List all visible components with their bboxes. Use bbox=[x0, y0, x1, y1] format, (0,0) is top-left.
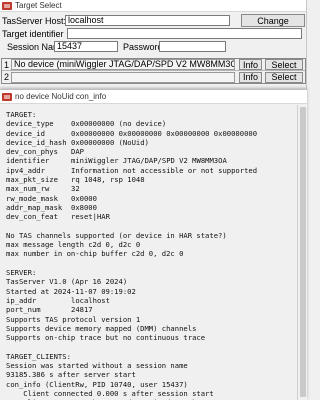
target-note: max message length c2d 0, d2c 0 bbox=[6, 240, 141, 250]
server-note: Supports on-chip trace but no continuous… bbox=[6, 333, 206, 343]
device-select-button[interactable]: Select bbox=[265, 59, 303, 70]
server-field: ip_addr localhost bbox=[6, 296, 297, 305]
device-select-button[interactable]: Select bbox=[265, 71, 303, 83]
con-info-window: no device NoUid con_info TARGET: device_… bbox=[0, 89, 307, 400]
device-description: No device (miniWiggler JTAG/DAP/SPD V2 M… bbox=[11, 59, 235, 70]
target-field: device_id_hash 0x00000000 (NoUid) bbox=[6, 138, 297, 147]
target-field-value: reset|HAR bbox=[71, 212, 110, 222]
server-header: SERVER: bbox=[6, 268, 37, 278]
target-note: No TAS channels supported (or device in … bbox=[6, 230, 227, 240]
client-line: con_info (ClientRw, PID 10740, user 1543… bbox=[6, 379, 188, 389]
app-icon bbox=[2, 92, 12, 101]
target-field-value: miniWiggler JTAG/DAP/SPD V2 MW8MM3OA bbox=[71, 156, 227, 166]
device-info-button[interactable]: Info bbox=[239, 59, 262, 70]
identifier-label: Target identifier bbox=[2, 28, 64, 39]
device-row: 2 Info Select bbox=[2, 71, 305, 83]
client-line: 93185.386 s after server start bbox=[6, 370, 136, 380]
target-field-key: device_id_hash bbox=[6, 137, 67, 147]
target-field-key: ipv4_addr bbox=[6, 165, 45, 175]
target-note: max number in on-chip buffer c2d 0, d2c … bbox=[6, 249, 184, 259]
device-number: 1 bbox=[3, 59, 9, 70]
target-select-titlebar: Target Select bbox=[0, 0, 306, 12]
session-row: Session Name 15437 Password bbox=[2, 41, 226, 52]
host-input[interactable]: localhost bbox=[65, 15, 230, 26]
target-field-key: max_num_rw bbox=[6, 184, 50, 194]
target-field-value: DAP bbox=[71, 147, 84, 157]
server-field-value: 24817 bbox=[71, 305, 93, 315]
con-info-text[interactable]: TARGET: device_type 0x00000000 (no device… bbox=[2, 106, 297, 400]
device-row: 1 No device (miniWiggler JTAG/DAP/SPD V2… bbox=[2, 59, 305, 71]
target-field: rw_mode_mask 0x0000 bbox=[6, 194, 297, 203]
target-field-key: identifier bbox=[6, 156, 50, 166]
device-info-button[interactable]: Info bbox=[239, 71, 262, 83]
target-field-value: 0x00000000 (no device) bbox=[71, 119, 167, 129]
target-field: identifier miniWiggler JTAG/DAP/SPD V2 MW… bbox=[6, 156, 297, 165]
server-field-key: ip_addr bbox=[6, 295, 37, 305]
target-field: addr_map_mask 0x8000 bbox=[6, 203, 297, 212]
session-label: Session Name bbox=[7, 41, 66, 52]
target-field-value: 0x00000000 (NoUid) bbox=[71, 137, 149, 147]
target-field-key: device_type bbox=[6, 119, 54, 129]
con-info-title: no device NoUid con_info bbox=[15, 92, 107, 101]
change-button[interactable]: Change bbox=[241, 14, 305, 27]
target-field-key: addr_map_mask bbox=[6, 202, 63, 212]
identifier-input[interactable] bbox=[67, 28, 302, 39]
target-field: dev_con_feat reset|HAR bbox=[6, 212, 297, 221]
target-field-value: 32 bbox=[71, 184, 80, 194]
client-line: Session was started without a session na… bbox=[6, 361, 188, 371]
device-description bbox=[11, 71, 235, 83]
target-field-value: 0x0000 bbox=[71, 193, 97, 203]
password-input[interactable] bbox=[159, 41, 226, 52]
target-field-key: dev_con_feat bbox=[6, 212, 58, 222]
clients-header: TARGET_CLIENTS: bbox=[6, 351, 71, 361]
server-line: TasServer V1.0 (Apr 16 2024) bbox=[6, 277, 128, 287]
password-label: Password bbox=[123, 41, 163, 52]
target-field-key: max_pkt_size bbox=[6, 175, 58, 185]
target-field: ipv4_addr Information not accessible or n… bbox=[6, 166, 297, 175]
host-label: TasServer Host: bbox=[2, 15, 67, 26]
scrollbar-thumb[interactable] bbox=[300, 107, 306, 397]
target-field-value: Information not accessible or not suppor… bbox=[71, 165, 258, 175]
host-row: TasServer Host: localhost Change bbox=[2, 14, 305, 27]
server-line: Started at 2024-11-07 09:19:02 bbox=[6, 286, 136, 296]
window-title: Target Select bbox=[15, 1, 62, 10]
target-field-value: 0x8000 bbox=[71, 202, 97, 212]
con-info-titlebar: no device NoUid con_info bbox=[0, 90, 307, 104]
target-field: max_pkt_size rq 1048, rsp 1048 bbox=[6, 175, 297, 184]
vertical-scrollbar[interactable] bbox=[297, 105, 307, 400]
target-field-value: rq 1048, rsp 1048 bbox=[71, 175, 145, 185]
server-note: Supports device memory mapped (DMM) chan… bbox=[6, 323, 197, 333]
device-list: 1 No device (miniWiggler JTAG/DAP/SPD V2… bbox=[1, 58, 306, 84]
server-field-key: port_num bbox=[6, 305, 41, 315]
server-field: port_num 24817 bbox=[6, 305, 297, 314]
target-field: max_num_rw 32 bbox=[6, 184, 297, 193]
target-field-key: dev_con_phys bbox=[6, 147, 58, 157]
device-number: 2 bbox=[3, 72, 9, 82]
identifier-row: Target identifier bbox=[2, 28, 302, 39]
target-field-key: device_id bbox=[6, 128, 45, 138]
target-field: device_id 0x00000000 0x00000000 0x0000000… bbox=[6, 129, 297, 138]
session-input[interactable]: 15437 bbox=[54, 41, 118, 52]
target-field-value: 0x00000000 0x00000000 0x00000000 0x00000… bbox=[71, 128, 258, 138]
server-field-value: localhost bbox=[71, 295, 110, 305]
target-header: TARGET: bbox=[6, 110, 37, 119]
server-note: Supports TAS protocol version 1 bbox=[6, 314, 141, 324]
target-field-key: rw_mode_mask bbox=[6, 193, 58, 203]
target-field: dev_con_phys DAP bbox=[6, 147, 297, 156]
app-icon bbox=[2, 1, 12, 10]
target-field: device_type 0x00000000 (no device) bbox=[6, 119, 297, 128]
client-line: Client connected 0.000 s after session s… bbox=[6, 388, 214, 398]
